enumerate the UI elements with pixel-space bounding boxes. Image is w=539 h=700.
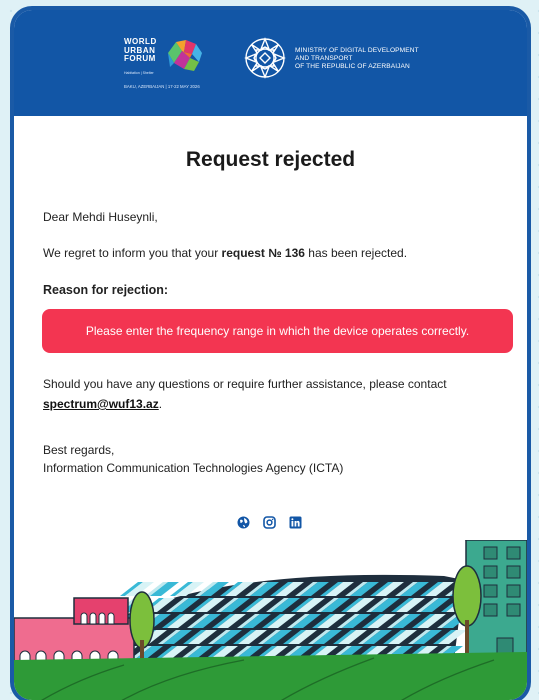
email-card: WORLD URBAN FORUM Habitation | Shelter B… (14, 10, 527, 700)
reason-heading: Reason for rejection: (43, 283, 169, 297)
signature-block: Best regards, Information Communication … (43, 441, 343, 477)
contact-text: Should you have any questions or require… (43, 377, 447, 391)
ministry-name: MINISTRY OF DIGITAL DEVELOPMENT AND TRAN… (295, 47, 419, 70)
contact-paragraph: Should you have any questions or require… (43, 374, 503, 414)
rejection-message-prefix: We regret to inform you that your (43, 246, 222, 260)
wuf-logo-title: WORLD URBAN FORUM (124, 37, 157, 63)
ministry-emblem-icon (244, 37, 286, 79)
wuf-logo-subtitle: Habitation | Shelter (124, 71, 154, 75)
greeting-text: Dear Mehdi Huseynli, (43, 210, 158, 224)
agency-name: Information Communication Technologies A… (43, 461, 344, 475)
ministry-logo-block: MINISTRY OF DIGITAL DEVELOPMENT AND TRAN… (242, 35, 472, 95)
stadium-illustration (14, 540, 527, 700)
reason-text: Please enter the frequency range in whic… (85, 324, 470, 338)
contact-email-link[interactable]: spectrum@wuf13.az (43, 397, 159, 411)
wuf-location: BAKU, AZERBAIJAN | 17-22 MAY 2026 (124, 84, 200, 89)
regards-text: Best regards, (43, 443, 115, 457)
rejection-message-suffix: has been rejected. (304, 246, 408, 260)
wuf-logo-block: WORLD URBAN FORUM Habitation | Shelter B… (124, 37, 224, 98)
linkedin-icon[interactable] (289, 516, 302, 529)
reason-box: Please enter the frequency range in whic… (42, 309, 513, 353)
globe-icon[interactable] (237, 516, 250, 529)
social-links (237, 516, 302, 529)
page-title: Request rejected (185, 148, 356, 171)
instagram-icon[interactable] (263, 516, 276, 529)
wuf-logo-icon (168, 40, 202, 71)
rejection-message: We regret to inform you that your reques… (43, 246, 407, 260)
email-header: WORLD URBAN FORUM Habitation | Shelter B… (14, 10, 527, 116)
contact-end: . (158, 397, 163, 411)
request-number: request № 136 (221, 246, 305, 260)
